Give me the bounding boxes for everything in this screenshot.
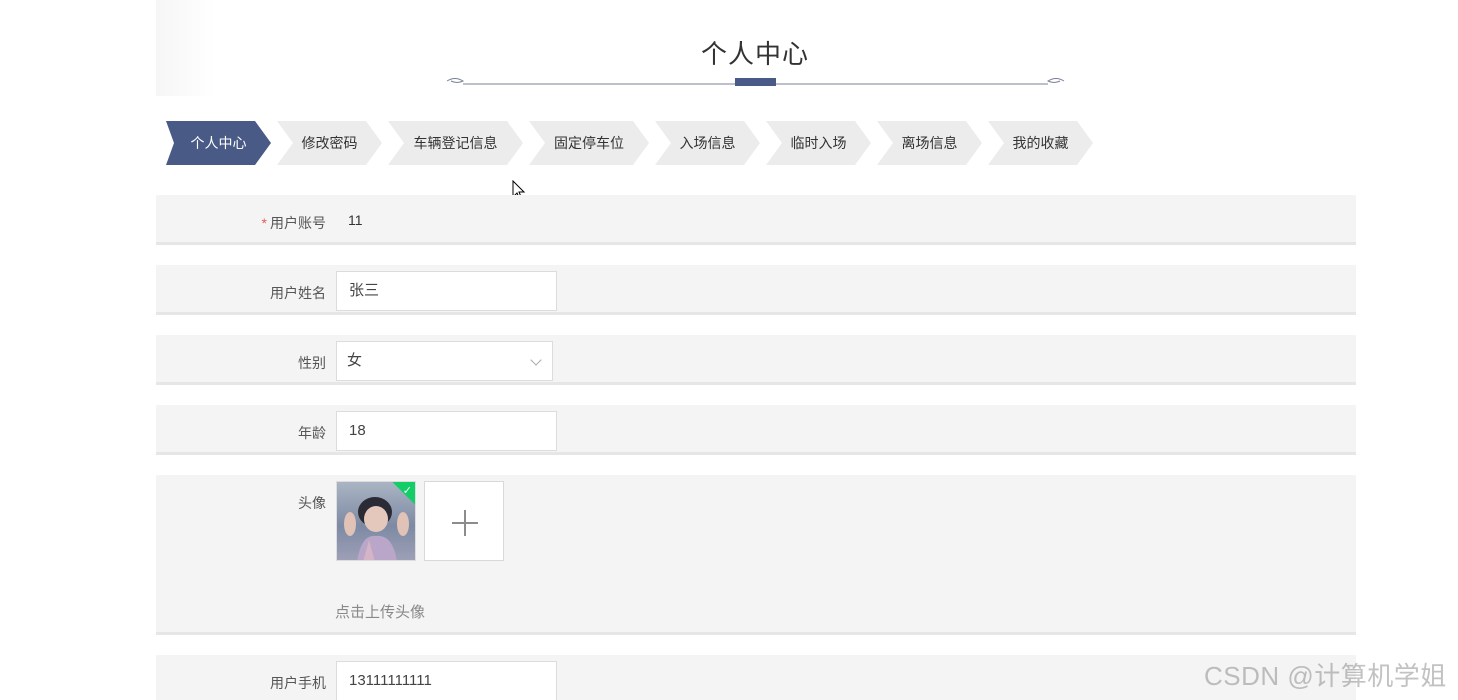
check-icon: ✓ [402, 485, 412, 497]
gender-selected-value: 女 [347, 352, 363, 369]
tab-change-password[interactable]: 修改密码 [277, 121, 382, 165]
form-row-gender: 性别 女 [156, 335, 1356, 385]
form-row-avatar: 头像 ✓ 点击上传头像 [156, 475, 1356, 635]
phone-input[interactable]: 13111111111 [336, 661, 557, 700]
gender-label: 性别 [298, 355, 326, 371]
tab-my-favorites[interactable]: 我的收藏 [988, 121, 1093, 165]
tab-personal-center[interactable]: 个人中心 [166, 121, 271, 165]
form-row-account: * 用户账号 11 [156, 195, 1356, 245]
page-title: 个人中心 [700, 39, 809, 69]
name-label: 用户姓名 [270, 285, 326, 301]
plus-icon-vertical [464, 510, 466, 536]
tab-temporary-entry[interactable]: 临时入场 [766, 121, 871, 165]
avatar-thumbnail[interactable]: ✓ [336, 481, 416, 561]
watermark-text: CSDN @计算机学姐 [1204, 661, 1447, 691]
tab-vehicle-registration[interactable]: 车辆登记信息 [388, 121, 523, 165]
required-mark: * [261, 215, 267, 231]
phone-label: 用户手机 [270, 675, 326, 691]
avatar-upload-button[interactable] [424, 481, 504, 561]
name-input[interactable]: 张三 [336, 271, 557, 311]
tab-fixed-parking[interactable]: 固定停车位 [529, 121, 649, 165]
tab-exit-info[interactable]: 离场信息 [877, 121, 982, 165]
form-row-name: 用户姓名 张三 [156, 265, 1356, 315]
tab-entry-info[interactable]: 入场信息 [655, 121, 760, 165]
age-label: 年龄 [298, 425, 326, 441]
age-input[interactable]: 18 [336, 411, 557, 451]
form-row-phone: 用户手机 13111111111 [156, 655, 1356, 700]
form-row-age: 年龄 18 [156, 405, 1356, 455]
upload-hint-text: 点击上传头像 [335, 604, 426, 621]
title-accent-bar [735, 78, 776, 86]
account-label: * 用户账号 [156, 213, 326, 233]
account-label-text: 用户账号 [270, 215, 326, 231]
account-value: 11 [348, 212, 363, 228]
chevron-down-icon [530, 354, 542, 366]
avatar-label: 头像 [298, 495, 326, 511]
gender-select[interactable]: 女 [336, 341, 553, 381]
